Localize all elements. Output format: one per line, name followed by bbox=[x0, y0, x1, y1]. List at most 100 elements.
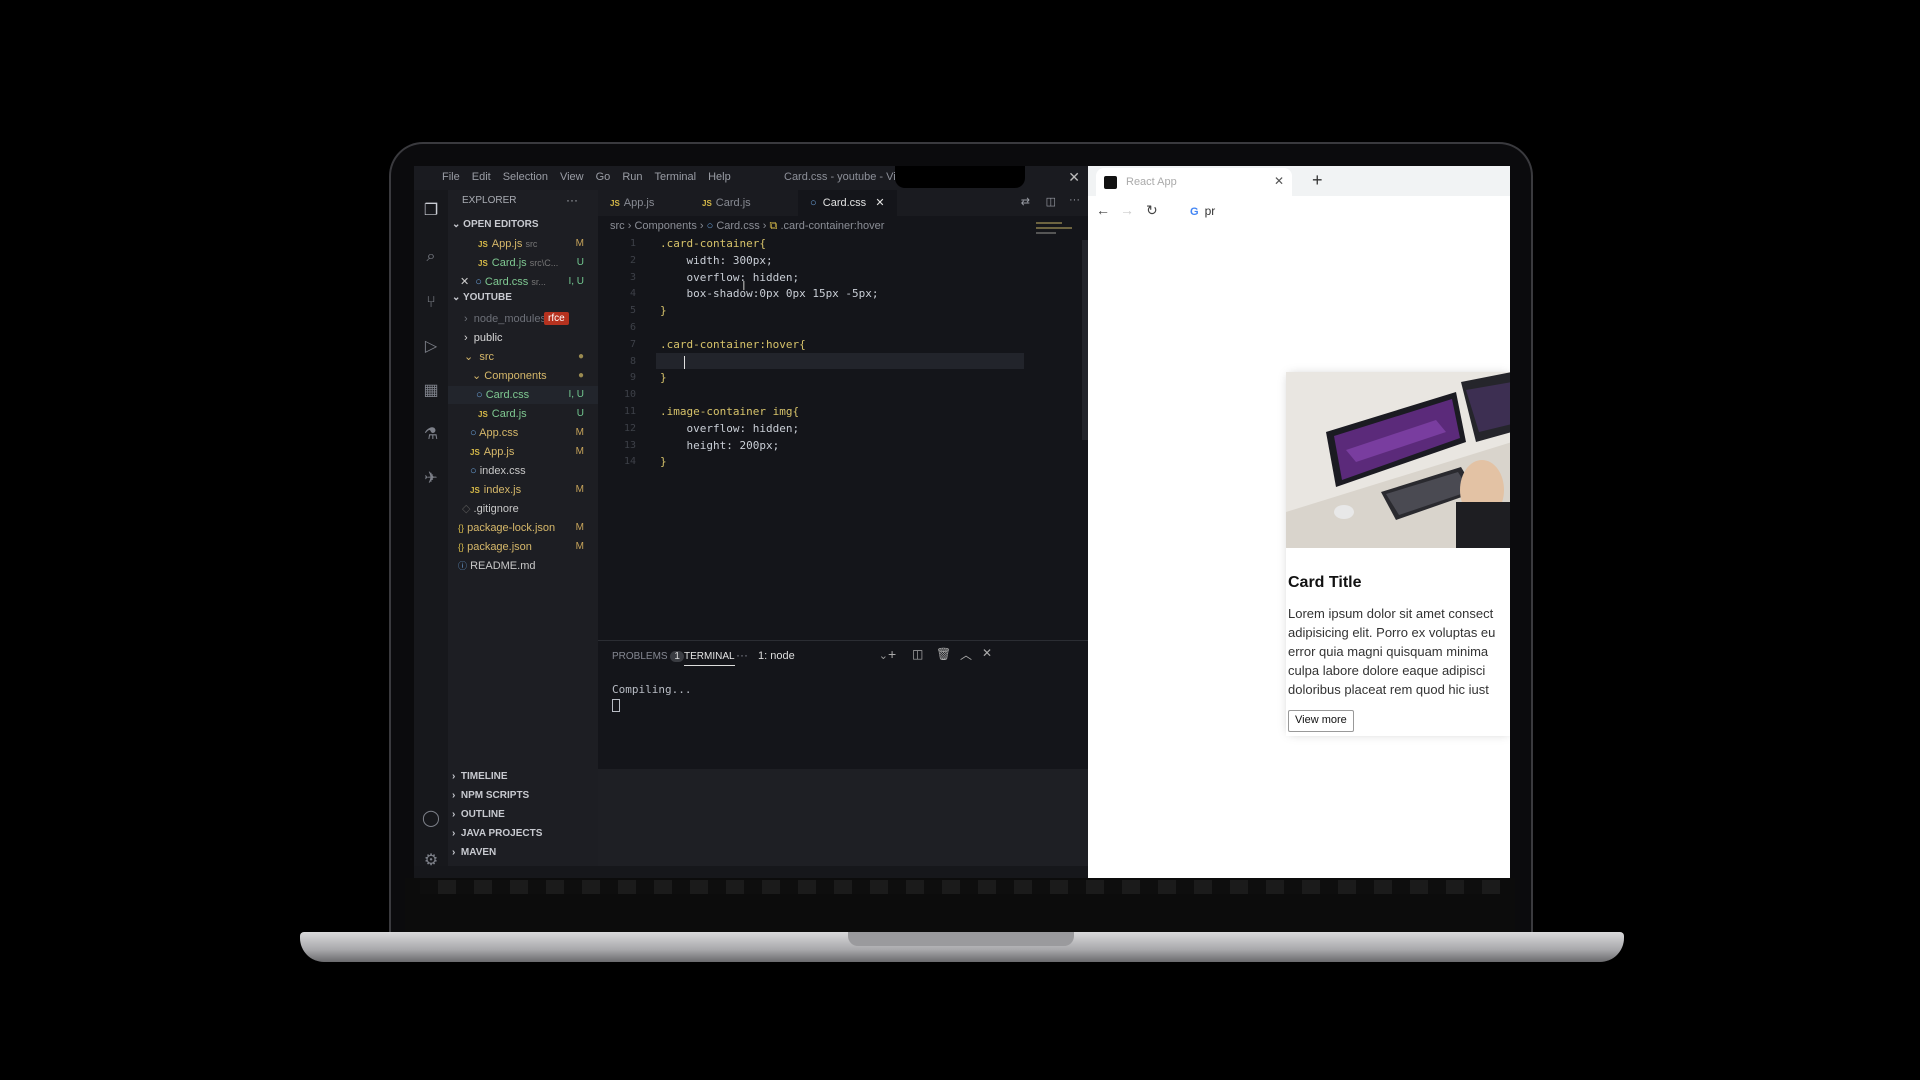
css-file-icon: ○ bbox=[706, 220, 714, 232]
tab-card-js[interactable]: JS Card.js bbox=[690, 190, 763, 216]
tab-problems[interactable]: PROBLEMS 1 bbox=[612, 651, 684, 662]
reload-icon[interactable]: ↻ bbox=[1146, 202, 1158, 219]
close-icon[interactable]: ✕ bbox=[1274, 174, 1284, 188]
open-editor-item[interactable]: JS App.js src M bbox=[478, 235, 598, 253]
run-debug-icon[interactable]: ▷ bbox=[422, 338, 440, 356]
terminal-select[interactable]: 1: node ⌄ bbox=[758, 647, 892, 665]
trash-icon[interactable]: 🗑 bbox=[936, 647, 951, 661]
tree-file[interactable]: ⓘ README.md bbox=[458, 557, 598, 575]
tab-card-css[interactable]: ○ Card.css ✕ bbox=[798, 190, 897, 216]
css-file-icon: ○ bbox=[470, 427, 477, 439]
open-editor-name: Card.js bbox=[491, 257, 527, 269]
extensions-icon[interactable]: ▦ bbox=[422, 382, 440, 400]
more-actions-icon[interactable]: ··· bbox=[566, 193, 578, 207]
editor-area: JS App.js JS Card.js ○ Card.css ✕ ⇄ ◫ ··· … bbox=[598, 190, 1088, 640]
tree-file[interactable]: ○ App.css M bbox=[470, 424, 598, 442]
menu-file[interactable]: File bbox=[442, 171, 460, 183]
tree-file[interactable]: ○ index.css bbox=[470, 462, 598, 480]
terminal-output[interactable]: Compiling... bbox=[612, 683, 691, 715]
account-icon[interactable]: ◯ bbox=[422, 810, 440, 828]
more-actions-icon[interactable]: ··· bbox=[1069, 194, 1080, 206]
menu-selection[interactable]: Selection bbox=[503, 171, 548, 183]
terminal-cursor bbox=[612, 699, 620, 712]
close-icon[interactable]: ✕ bbox=[1068, 169, 1080, 186]
menu-terminal[interactable]: Terminal bbox=[655, 171, 697, 183]
testing-icon[interactable]: ⚗ bbox=[422, 426, 440, 444]
tree-file[interactable]: ○ Card.css I, U bbox=[448, 386, 598, 404]
open-editor-name: App.js bbox=[491, 238, 523, 250]
selector-icon: ⧉ bbox=[769, 220, 778, 232]
section-maven[interactable]: › MAVEN bbox=[452, 844, 496, 862]
remote-icon[interactable]: ✈ bbox=[422, 470, 440, 488]
tree-file[interactable]: JS index.js M bbox=[470, 481, 598, 499]
menu-bar: File Edit Selection View Go Run Terminal… bbox=[442, 171, 731, 183]
tree-item-label: Card.js bbox=[491, 408, 527, 420]
js-file-icon: JS bbox=[478, 240, 488, 249]
breadcrumb-item[interactable]: .card-container:hover bbox=[780, 220, 884, 232]
source-control-icon[interactable]: ⑂ bbox=[422, 294, 440, 312]
more-actions-icon[interactable]: ··· bbox=[736, 648, 748, 662]
chevron-up-icon[interactable]: ︿ bbox=[960, 646, 972, 663]
code-editor[interactable]: 1 .card-container{ 2 width: 300px; 3 over… bbox=[598, 236, 1038, 471]
section-npm-scripts[interactable]: › NPM SCRIPTS bbox=[452, 787, 529, 805]
open-editor-desc: sr... bbox=[531, 277, 546, 287]
close-icon[interactable]: ✕ bbox=[460, 276, 469, 288]
section-timeline[interactable]: › TIMELINE bbox=[452, 768, 508, 786]
open-editors-title: OPEN EDITORS bbox=[463, 219, 539, 230]
section-java-projects[interactable]: › JAVA PROJECTS bbox=[452, 825, 542, 843]
tree-file[interactable]: {} package-lock.json M bbox=[458, 519, 598, 537]
tab-app-js[interactable]: JS App.js bbox=[598, 190, 666, 216]
tree-file[interactable]: ◇ .gitignore bbox=[462, 500, 598, 518]
add-terminal-icon[interactable]: + bbox=[888, 646, 896, 662]
breadcrumb-item[interactable]: Components bbox=[634, 220, 696, 232]
open-editor-item[interactable]: ✕ ○ Card.css sr... I, U bbox=[460, 273, 598, 291]
git-badge: M bbox=[575, 427, 584, 438]
menu-go[interactable]: Go bbox=[596, 171, 611, 183]
address-bar[interactable]: Gpr bbox=[1190, 204, 1215, 218]
tree-folder[interactable]: › public bbox=[464, 329, 598, 347]
tree-file[interactable]: JS App.js M bbox=[470, 443, 598, 461]
tree-file[interactable]: {} package.json M bbox=[458, 538, 598, 556]
tab-terminal[interactable]: TERMINAL bbox=[684, 651, 735, 666]
tab-label: App.js bbox=[623, 197, 655, 209]
tree-folder[interactable]: ⌄ src ● bbox=[464, 348, 598, 366]
close-icon[interactable]: ✕ bbox=[982, 646, 992, 660]
menu-view[interactable]: View bbox=[560, 171, 584, 183]
forward-icon[interactable]: → bbox=[1120, 202, 1134, 218]
open-editor-name: Card.css bbox=[484, 276, 529, 288]
tree-folder[interactable]: › node_modules bbox=[464, 310, 598, 328]
code-line: 2 width: 300px; bbox=[629, 253, 773, 267]
tree-file[interactable]: JS Card.js U bbox=[478, 405, 598, 423]
search-icon[interactable]: ⌕ bbox=[422, 248, 440, 266]
split-terminal-icon[interactable]: ◫ bbox=[912, 647, 923, 661]
card-image bbox=[1286, 372, 1510, 548]
terminal-line: Compiling... bbox=[612, 683, 692, 696]
snippet-suggestion[interactable]: rfce bbox=[544, 312, 569, 325]
tree-item-label: package.json bbox=[467, 541, 532, 553]
view-more-button[interactable]: View more bbox=[1288, 710, 1354, 732]
section-outline[interactable]: › OUTLINE bbox=[452, 806, 505, 824]
split-editor-icon[interactable]: ◫ bbox=[1046, 195, 1056, 208]
explorer-icon[interactable]: ❐ bbox=[422, 202, 440, 220]
breadcrumb-item[interactable]: Card.css bbox=[716, 220, 759, 232]
menu-edit[interactable]: Edit bbox=[472, 171, 491, 183]
js-file-icon: JS bbox=[610, 199, 620, 208]
tree-folder[interactable]: ⌄ Components ● bbox=[472, 367, 598, 385]
workspace-header[interactable]: ⌄ YOUTUBE bbox=[452, 292, 512, 303]
breadcrumb-item[interactable]: src bbox=[610, 220, 625, 232]
new-tab-icon[interactable]: + bbox=[1312, 170, 1323, 191]
code-line: 3 overflow: hidden; bbox=[629, 270, 800, 284]
back-icon[interactable]: ← bbox=[1096, 202, 1110, 218]
tab-label: Card.css bbox=[822, 197, 867, 209]
open-editors-header[interactable]: ⌄ OPEN EDITORS bbox=[452, 219, 539, 230]
code-line: 9} bbox=[629, 371, 667, 385]
close-icon[interactable]: ✕ bbox=[875, 197, 884, 209]
minimap[interactable] bbox=[1036, 222, 1076, 242]
open-editor-item[interactable]: JS Card.js src\C... U bbox=[478, 254, 598, 272]
modified-dot: ● bbox=[577, 351, 584, 362]
workspace-title: YOUTUBE bbox=[462, 292, 512, 303]
menu-help[interactable]: Help bbox=[708, 171, 731, 183]
open-changes-icon[interactable]: ⇄ bbox=[1021, 195, 1030, 208]
browser-tab[interactable]: React App ✕ bbox=[1096, 168, 1292, 196]
menu-run[interactable]: Run bbox=[622, 171, 642, 183]
